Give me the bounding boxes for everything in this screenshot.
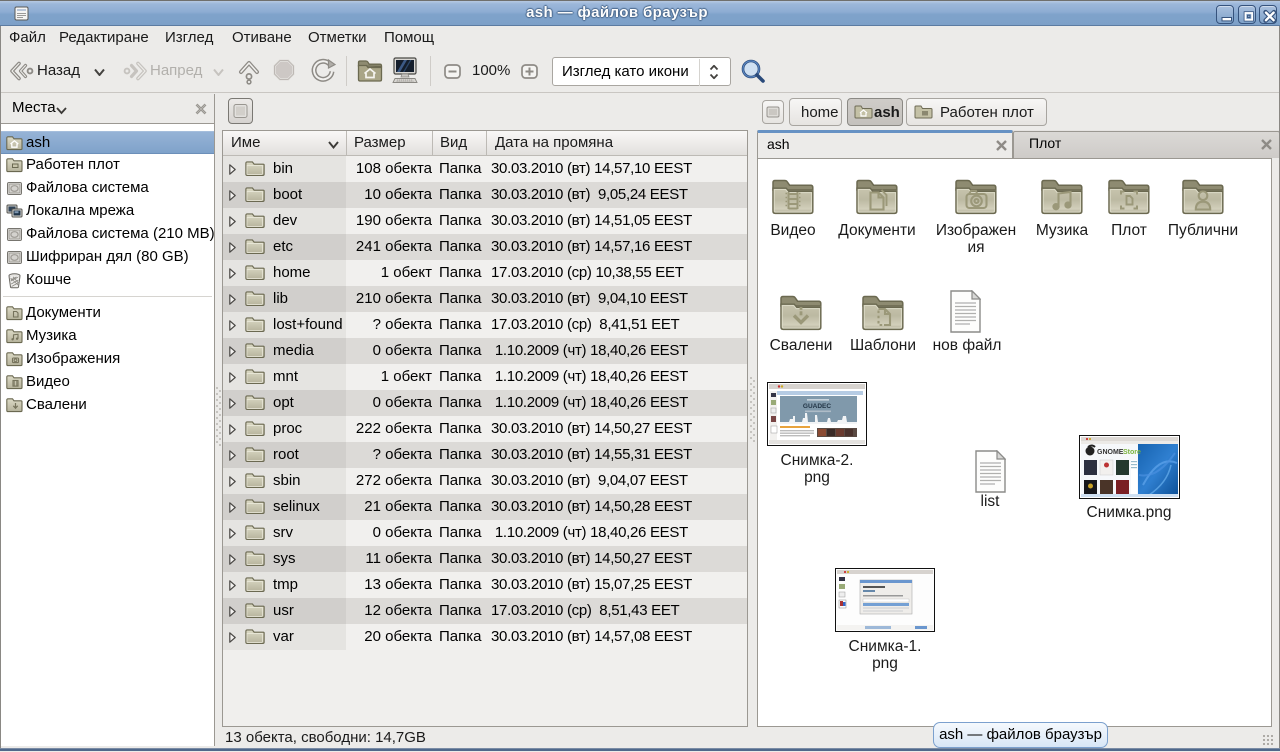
svg-text:GNOME: GNOME: [1097, 449, 1124, 456]
svg-text:GUADEC: GUADEC: [803, 403, 831, 410]
svg-text:Store: Store: [1123, 449, 1141, 456]
